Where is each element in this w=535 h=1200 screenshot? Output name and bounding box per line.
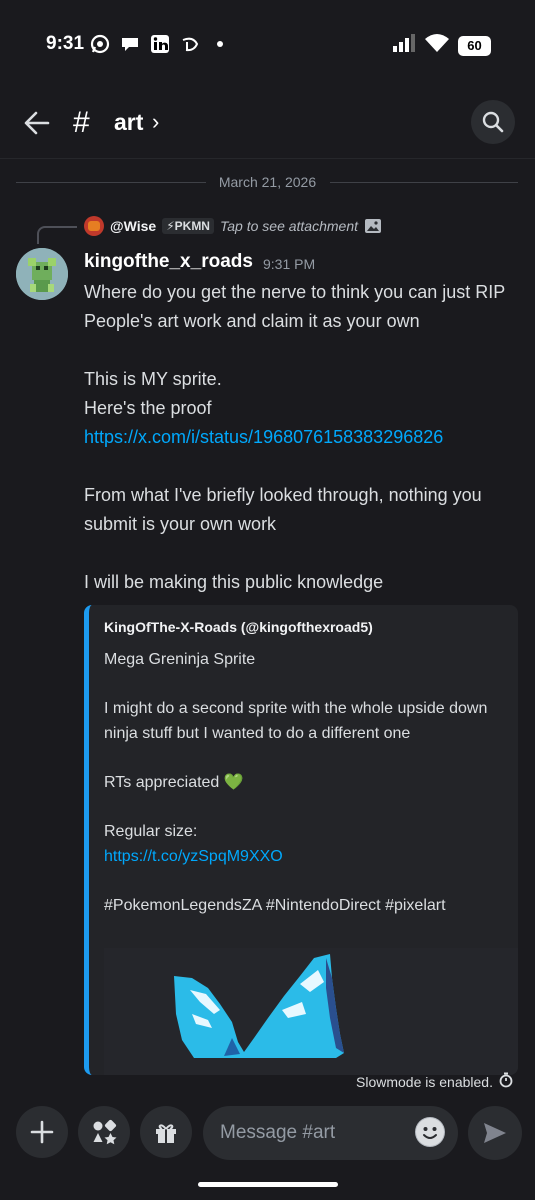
embed-link[interactable]: https://t.co/yzSpqM9XXO: [104, 845, 509, 870]
embed-text: Regular size:: [104, 823, 198, 841]
embed-hashtags[interactable]: #PokemonLegendsZA #NintendoDirect #pixel…: [104, 894, 509, 919]
chevron-right-icon[interactable]: ›: [152, 109, 159, 135]
header-divider: [0, 158, 535, 159]
channel-header: # art ›: [0, 92, 535, 154]
link-embed[interactable]: KingOfThe-X-Roads (@kingofthexroad5) Meg…: [84, 605, 518, 1075]
whatsapp-icon: [90, 34, 110, 54]
search-icon: [482, 111, 504, 133]
embed-author[interactable]: KingOfThe-X-Roads (@kingofthexroad5): [104, 619, 373, 635]
battery-icon: 60: [458, 35, 491, 56]
notification-icons: [90, 34, 230, 54]
embed-description: Mega Greninja Sprite I might do a second…: [104, 648, 509, 919]
embed-image[interactable]: [104, 948, 518, 1075]
message-content: Where do you get the nerve to think you …: [84, 278, 524, 597]
send-button[interactable]: [468, 1106, 522, 1160]
embed-text: RTs appreciated 💚: [104, 773, 244, 791]
back-arrow-icon[interactable]: [22, 108, 52, 138]
system-icons: 60: [392, 33, 491, 58]
green-heart-icon: 💚: [223, 773, 244, 791]
emoji-icon: [416, 1118, 444, 1146]
gift-button[interactable]: [140, 1106, 192, 1158]
image-icon: [364, 218, 382, 234]
signal-icon: [392, 34, 416, 57]
wifi-icon: [424, 33, 450, 58]
avatar[interactable]: [16, 248, 68, 300]
apps-icon: [93, 1119, 117, 1145]
message-input-placeholder: Message #art: [220, 1122, 336, 1143]
stopwatch-icon: [499, 1072, 513, 1091]
message-paragraph: From what I've briefly looked through, n…: [84, 485, 487, 534]
message-paragraph: This is MY sprite.: [84, 369, 222, 389]
plus-icon: [30, 1120, 54, 1144]
channel-name[interactable]: art: [114, 109, 143, 136]
slowmode-text: Slowmode is enabled.: [356, 1073, 493, 1090]
chat-bubble-icon: [120, 34, 140, 54]
message-timestamp: 9:31 PM: [263, 256, 316, 272]
home-indicator[interactable]: [198, 1182, 338, 1187]
linkedin-icon: [150, 34, 170, 54]
status-time: 9:31: [46, 33, 85, 54]
search-button[interactable]: [471, 100, 515, 144]
send-icon: [484, 1123, 506, 1143]
disney-icon: [180, 34, 200, 54]
gift-icon: [156, 1124, 176, 1143]
apps-button[interactable]: [78, 1106, 130, 1158]
reply-connector: [37, 226, 77, 244]
add-attachment-button[interactable]: [16, 1106, 68, 1158]
message-author[interactable]: kingofthe_x_roads: [84, 251, 253, 273]
reply-avatar: [84, 216, 104, 236]
reply-server-tag: ⚡PKMN: [162, 218, 214, 234]
date-separator: March 21, 2026: [0, 174, 535, 190]
slowmode-notice: Slowmode is enabled.: [356, 1072, 513, 1091]
reply-preview[interactable]: @Wise ⚡PKMN Tap to see attachment: [84, 216, 382, 236]
reply-username[interactable]: @Wise: [110, 218, 156, 234]
message-paragraph: Here's the proof: [84, 398, 212, 418]
reply-text[interactable]: Tap to see attachment: [220, 218, 358, 234]
dot-icon: [210, 34, 230, 54]
channel-hash-icon: #: [73, 106, 90, 139]
message-paragraph: Where do you get the nerve to think you …: [84, 282, 510, 331]
emoji-button[interactable]: [415, 1117, 445, 1147]
embed-text: Mega Greninja Sprite: [104, 651, 256, 668]
message-paragraph: I will be making this public knowledge: [84, 572, 384, 592]
embed-text: I might do a second sprite with the whol…: [104, 700, 492, 742]
message-link[interactable]: https://x.com/i/status/19680761583832968…: [84, 423, 524, 452]
status-bar: 9:31 60: [0, 0, 535, 80]
